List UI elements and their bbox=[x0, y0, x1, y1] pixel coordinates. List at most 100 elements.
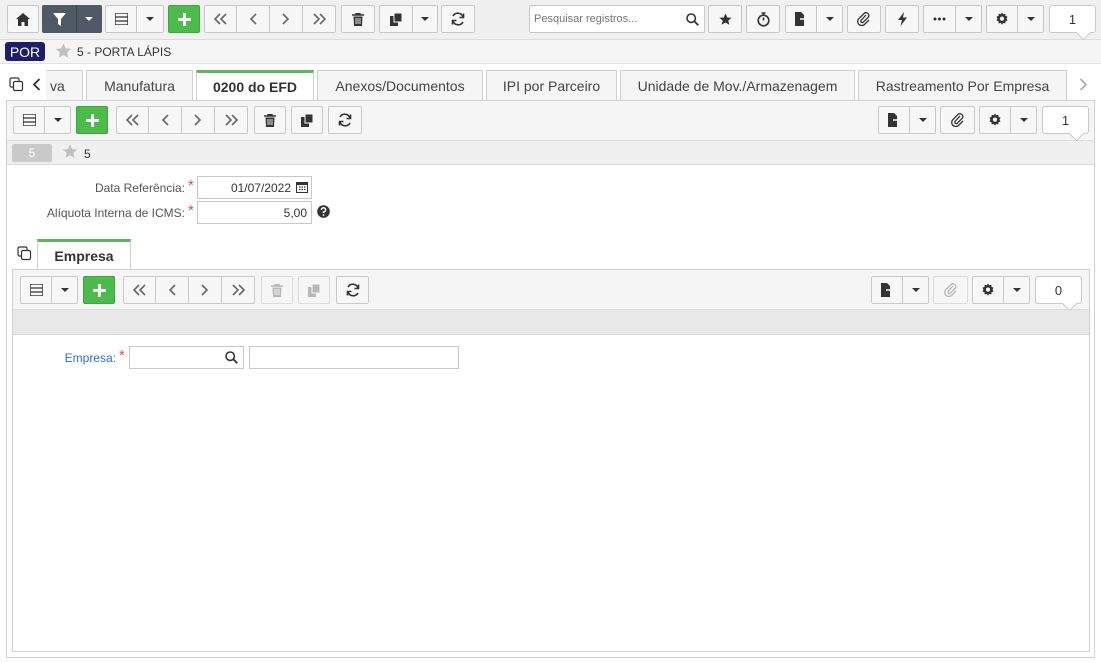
first-record-button[interactable] bbox=[204, 5, 237, 33]
detail-last-record-button[interactable] bbox=[215, 106, 248, 134]
subtab-add-button[interactable] bbox=[83, 276, 115, 304]
subtab-grid-view-dropdown[interactable] bbox=[52, 276, 78, 304]
settings-dropdown[interactable] bbox=[1018, 5, 1044, 33]
duplicate-button[interactable] bbox=[379, 5, 413, 33]
detail-delete-button[interactable] bbox=[254, 106, 286, 134]
chevron-right-icon[interactable] bbox=[1079, 78, 1088, 91]
calendar-icon[interactable] bbox=[296, 181, 308, 193]
tab-manufatura[interactable]: Manufatura bbox=[86, 70, 193, 100]
tab-label: Unidade de Mov./Armazenagem bbox=[637, 77, 838, 94]
subtab-settings-button[interactable] bbox=[972, 276, 1004, 304]
detail-settings-dropdown[interactable] bbox=[1011, 106, 1037, 134]
ellipsis-icon bbox=[933, 17, 946, 21]
detail-first-record-button[interactable] bbox=[116, 106, 149, 134]
star-outline-icon[interactable] bbox=[62, 144, 78, 159]
plus-icon bbox=[177, 12, 191, 26]
language-badge[interactable]: POR bbox=[5, 42, 45, 61]
detail-grid-view-dropdown[interactable] bbox=[45, 106, 71, 134]
lightning-icon bbox=[897, 12, 907, 26]
more-button[interactable] bbox=[923, 5, 956, 33]
search-icon[interactable] bbox=[225, 351, 238, 364]
chevron-down-icon bbox=[1012, 288, 1021, 292]
filter-dropdown-button[interactable] bbox=[76, 5, 102, 33]
duplicate-dropdown[interactable] bbox=[413, 5, 438, 33]
stopwatch-icon bbox=[756, 11, 770, 27]
subtab-first-record-button[interactable] bbox=[123, 276, 156, 304]
more-dropdown[interactable] bbox=[956, 5, 982, 33]
chevron-left-icon bbox=[161, 114, 169, 126]
refresh-icon bbox=[451, 12, 465, 26]
chevron-down-icon bbox=[85, 17, 93, 21]
detail-attachment-button[interactable] bbox=[940, 106, 975, 134]
filter-icon bbox=[52, 12, 66, 26]
copy-icon bbox=[389, 12, 402, 26]
tab-rastreamento-por-empresa[interactable]: Rastreamento Por Empresa bbox=[858, 70, 1067, 100]
subtab-last-record-button[interactable] bbox=[222, 276, 255, 304]
detail-duplicate-button[interactable] bbox=[291, 106, 323, 134]
next-record-button[interactable] bbox=[270, 5, 303, 33]
last-record-button[interactable] bbox=[303, 5, 336, 33]
subtab-export-dropdown[interactable] bbox=[903, 276, 929, 304]
detail-previous-record-button[interactable] bbox=[149, 106, 182, 134]
gear-icon bbox=[982, 283, 994, 296]
search-input[interactable] bbox=[530, 6, 680, 32]
detail-next-record-button[interactable] bbox=[182, 106, 215, 134]
detail-refresh-button[interactable] bbox=[328, 106, 362, 134]
detail-settings-button[interactable] bbox=[979, 106, 1011, 134]
subtab-grid-view-button[interactable] bbox=[20, 276, 52, 304]
detail-record-count: 1 bbox=[1042, 106, 1089, 134]
detail-export-dropdown[interactable] bbox=[910, 106, 936, 134]
file-export-icon bbox=[794, 12, 808, 26]
detail-add-button[interactable] bbox=[76, 106, 108, 134]
previous-record-button[interactable] bbox=[237, 5, 270, 33]
add-button[interactable] bbox=[168, 5, 200, 33]
tab-empresa[interactable]: Empresa bbox=[37, 239, 131, 270]
attachment-button[interactable] bbox=[847, 5, 881, 33]
trash-icon bbox=[271, 283, 283, 297]
chevron-left-icon[interactable] bbox=[32, 78, 41, 91]
empresa-name-field bbox=[249, 346, 459, 369]
tab-0200-do-efd[interactable]: 0200 do EFD bbox=[196, 70, 314, 101]
tab-ipi-por-parceiro[interactable]: IPI por Parceiro bbox=[486, 70, 617, 100]
double-chevron-right-icon bbox=[313, 13, 326, 25]
timer-button[interactable] bbox=[746, 5, 780, 33]
double-chevron-left-icon bbox=[213, 13, 227, 25]
subtab-export-button[interactable] bbox=[871, 276, 903, 304]
double-chevron-right-icon bbox=[225, 114, 238, 126]
copy-icon bbox=[300, 113, 313, 127]
subtab-refresh-button[interactable] bbox=[336, 276, 369, 304]
grid-view-dropdown[interactable] bbox=[137, 5, 164, 33]
refresh-icon bbox=[338, 113, 352, 127]
copy-tabs-icon[interactable] bbox=[17, 246, 32, 261]
copy-tabs-icon[interactable] bbox=[9, 77, 24, 92]
settings-button[interactable] bbox=[986, 5, 1018, 33]
export-dropdown[interactable] bbox=[817, 5, 843, 33]
favorite-button[interactable] bbox=[708, 5, 742, 33]
help-icon[interactable] bbox=[317, 205, 330, 218]
star-outline-icon[interactable] bbox=[55, 43, 72, 59]
subtab-next-record-button[interactable] bbox=[189, 276, 222, 304]
grid-view-button[interactable] bbox=[105, 5, 137, 33]
list-icon bbox=[22, 114, 36, 126]
delete-button[interactable] bbox=[341, 5, 375, 33]
export-button[interactable] bbox=[785, 5, 817, 33]
aliquota-field[interactable]: 5,00 bbox=[197, 201, 312, 224]
subtab-attachment-button[interactable] bbox=[933, 276, 968, 304]
file-export-icon bbox=[887, 113, 901, 127]
tab-anexos-documentos[interactable]: Anexos/Documentos bbox=[317, 70, 483, 100]
subtab-duplicate-button[interactable] bbox=[298, 276, 330, 304]
detail-grid-view-button[interactable] bbox=[13, 106, 45, 134]
double-chevron-right-icon bbox=[232, 284, 245, 296]
subtab-delete-button[interactable] bbox=[261, 276, 293, 304]
subtab-settings-dropdown[interactable] bbox=[1004, 276, 1030, 304]
tab-unidade-mov-armazenagem[interactable]: Unidade de Mov./Armazenagem bbox=[620, 70, 855, 100]
data-referencia-field[interactable]: 01/07/2022 bbox=[197, 176, 312, 199]
detail-export-button[interactable] bbox=[878, 106, 910, 134]
tab-partial[interactable]: va bbox=[46, 70, 83, 100]
actions-button[interactable] bbox=[885, 5, 919, 33]
search-icon[interactable] bbox=[686, 13, 699, 26]
filter-button[interactable] bbox=[42, 5, 76, 33]
home-button[interactable] bbox=[7, 5, 39, 33]
subtab-previous-record-button[interactable] bbox=[156, 276, 189, 304]
refresh-button[interactable] bbox=[441, 5, 475, 33]
